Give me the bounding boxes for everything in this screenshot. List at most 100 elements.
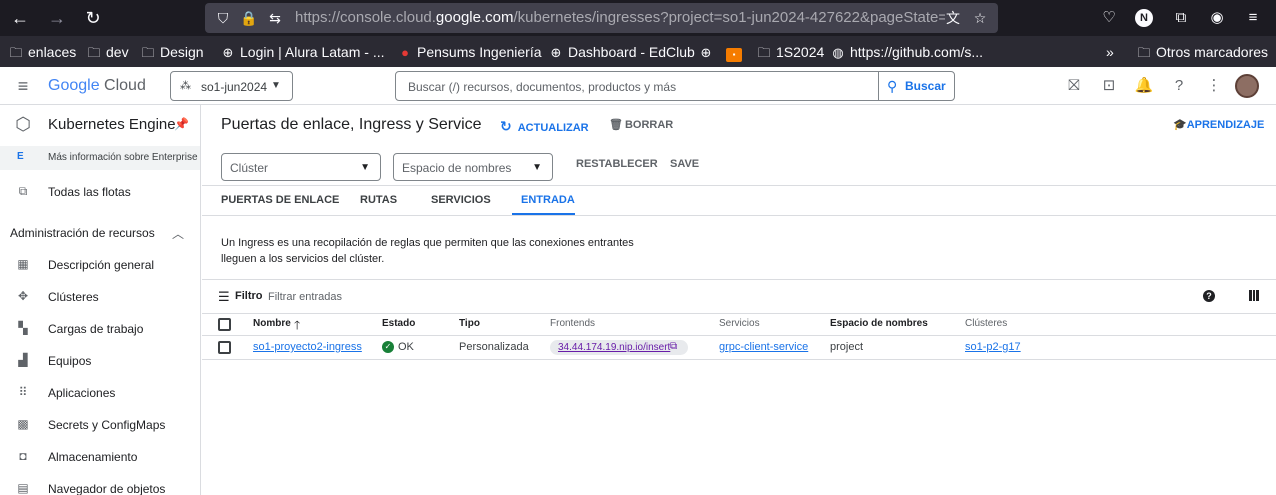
filter-input[interactable] <box>268 290 568 304</box>
sidebar-item-fleets[interactable]: ⧉ Todas las flotas <box>0 180 200 204</box>
tab-services[interactable]: SERVICIOS <box>431 194 491 206</box>
lock-icon[interactable]: 🔒 <box>239 8 259 28</box>
sidebar-section-title[interactable]: Administración de recursos <box>10 226 155 240</box>
sort-ascending-icon[interactable]: 🡑 <box>294 316 300 337</box>
refresh-button[interactable]: ↻ ACTUALIZAR <box>500 118 589 135</box>
help-icon[interactable]: ? <box>1169 76 1189 96</box>
bookmark-other[interactable]: 🗀 Otros marcadores <box>1136 43 1268 61</box>
bookmark-design[interactable]: 🗀 Design <box>140 43 204 61</box>
namespace-text: project <box>830 341 864 353</box>
search-button-label: Buscar <box>905 79 946 93</box>
sidebar-item-label: Más información sobre Enterprise <box>48 152 198 163</box>
filter-icon[interactable]: ☰ <box>218 289 230 305</box>
learn-button[interactable]: 🎓APRENDIZAJE <box>1173 118 1264 131</box>
bookmark-edclub[interactable]: ⊕ Dashboard - EdClub <box>548 43 695 61</box>
column-header-type[interactable]: Tipo <box>459 318 480 329</box>
column-header-namespace[interactable]: Espacio de nombres <box>830 318 928 329</box>
external-link-icon: ⧉ <box>670 341 678 352</box>
namespace-select[interactable]: Espacio de nombres ▼ <box>393 153 553 181</box>
sidebar-item-teams[interactable]: ▟ Equipos <box>0 349 200 373</box>
extensions-icon[interactable]: ⧉ <box>1170 7 1192 29</box>
sidebar-item-applications[interactable]: ⠿ Aplicaciones <box>0 381 200 405</box>
pocket-icon[interactable]: ♡ <box>1098 7 1120 29</box>
extension-owl-icon[interactable]: ◉ <box>1206 7 1228 29</box>
url-bar[interactable]: ⛉ 🔒 ⇆ https://console.cloud.google.com/k… <box>205 3 998 33</box>
sidebar-item-overview[interactable]: ▦ Descripción general <box>0 253 200 277</box>
shield-icon[interactable]: ⛉ <box>213 8 233 28</box>
column-header-name[interactable]: Nombre <box>253 318 291 329</box>
bookmark-globe[interactable]: ⊕ <box>698 43 718 61</box>
cluster-select[interactable]: Clúster ▼ <box>221 153 381 181</box>
forward-arrow-icon[interactable]: → <box>45 6 69 30</box>
sidebar-item-clusters[interactable]: ✥ Clústeres <box>0 285 200 309</box>
sidebar-item-storage[interactable]: ◘ Almacenamiento <box>0 445 200 469</box>
bookmark-star-icon[interactable]: ☆ <box>970 8 990 28</box>
delete-label: BORRAR <box>624 119 674 131</box>
search-button[interactable]: ⚲ Buscar <box>878 71 955 101</box>
project-picker[interactable]: ⁂ so1-jun2024 ▼ <box>170 71 293 101</box>
reset-button[interactable]: RESTABLECER <box>576 158 658 170</box>
bookmark-alura[interactable]: ⊕ Login | Alura Latam - ... <box>220 43 385 61</box>
account-badge[interactable]: N <box>1135 9 1153 27</box>
sidebar: ⬡ Kubernetes Engine 📌 E Más información … <box>0 105 201 495</box>
frontend-link[interactable]: 34.44.174.19.nip.io/insert <box>558 342 670 353</box>
caret-down-icon: ▼ <box>532 162 542 173</box>
frontend-chip[interactable]: 34.44.174.19.nip.io/insert ⧉ <box>550 340 688 355</box>
sidebar-item-object-browser[interactable]: ▤ Navegador de objetos <box>0 477 200 495</box>
google-cloud-logo[interactable]: Google Cloud <box>48 76 146 96</box>
more-vert-icon[interactable]: ⋮ <box>1204 76 1224 96</box>
tab-routes[interactable]: RUTAS <box>360 194 397 206</box>
sidebar-item-label: Descripción general <box>48 258 155 272</box>
school-icon: 🎓 <box>1173 119 1187 131</box>
help-circle-icon[interactable]: ? <box>1203 290 1215 302</box>
delete-button[interactable]: 🗑 BORRAR <box>609 118 673 131</box>
bookmark-enlaces[interactable]: 🗀 enlaces <box>8 43 76 61</box>
tab-gateways[interactable]: PUERTAS DE ENLACE <box>221 194 339 206</box>
project-name: so1-jun2024 <box>201 80 268 94</box>
cluster-link[interactable]: so1-p2-g17 <box>965 341 1021 353</box>
pin-icon[interactable]: 📌 <box>174 117 189 131</box>
avatar[interactable] <box>1235 74 1259 98</box>
row-checkbox[interactable] <box>218 341 231 354</box>
bookmark-pensums[interactable]: ● Pensums Ingeniería <box>397 43 541 61</box>
bookmarks-overflow-icon[interactable]: » <box>1106 43 1114 61</box>
search-input[interactable] <box>408 78 868 96</box>
reload-icon[interactable]: ↻ <box>81 6 105 30</box>
divider <box>202 185 1276 186</box>
sidebar-item-enterprise[interactable]: E Más información sobre Enterprise <box>0 146 200 170</box>
bookmark-github[interactable]: ◍ https://github.com/s... <box>830 43 983 61</box>
select-all-checkbox[interactable] <box>218 318 231 331</box>
chevron-up-icon[interactable]: ︿ <box>172 225 184 242</box>
url-text[interactable]: https://console.cloud.google.com/kuberne… <box>295 9 945 27</box>
sidebar-item-secrets[interactable]: ▩ Secrets y ConfigMaps <box>0 413 200 437</box>
service-link[interactable]: grpc-client-service <box>719 341 808 353</box>
site-icon: ▪ <box>726 48 742 62</box>
column-display-icon[interactable] <box>1249 290 1259 301</box>
translate-icon[interactable]: 文 <box>943 8 963 28</box>
bookmark-site[interactable]: ▪ <box>726 43 746 62</box>
save-button[interactable]: SAVE <box>670 158 699 170</box>
menu-icon[interactable]: ≡ <box>1242 7 1264 29</box>
filter-label: Filtro <box>235 290 263 302</box>
caret-down-icon: ▼ <box>360 162 370 173</box>
type-text: Personalizada <box>459 341 529 353</box>
folder-icon: 🗀 <box>9 45 23 60</box>
cloud-shell-icon[interactable]: ⊡ <box>1099 76 1119 96</box>
hamburger-menu-icon[interactable]: ≡ <box>12 75 34 97</box>
notifications-bell-icon[interactable]: 🔔 <box>1134 76 1154 96</box>
permissions-icon[interactable]: ⇆ <box>265 8 285 28</box>
column-header-status[interactable]: Estado <box>382 318 415 329</box>
gift-icon[interactable]: ⛝ <box>1064 76 1084 96</box>
bookmark-label: Design <box>160 44 204 60</box>
tab-ingress[interactable]: ENTRADA <box>521 194 575 206</box>
back-arrow-icon[interactable]: ← <box>8 6 32 30</box>
bookmark-1s2024[interactable]: 🗀 1S2024 <box>756 43 824 61</box>
sidebar-item-workloads[interactable]: ▚ Cargas de trabajo <box>0 317 200 341</box>
globe-icon: ⊕ <box>550 45 562 60</box>
ingress-name-link[interactable]: so1-proyecto2-ingress <box>253 341 362 353</box>
trash-icon: 🗑 <box>609 119 623 131</box>
enterprise-icon: E <box>17 151 24 162</box>
kubernetes-engine-icon: ⬡ <box>15 114 31 134</box>
bookmark-label: enlaces <box>28 44 77 60</box>
bookmark-dev[interactable]: 🗀 dev <box>86 43 128 61</box>
